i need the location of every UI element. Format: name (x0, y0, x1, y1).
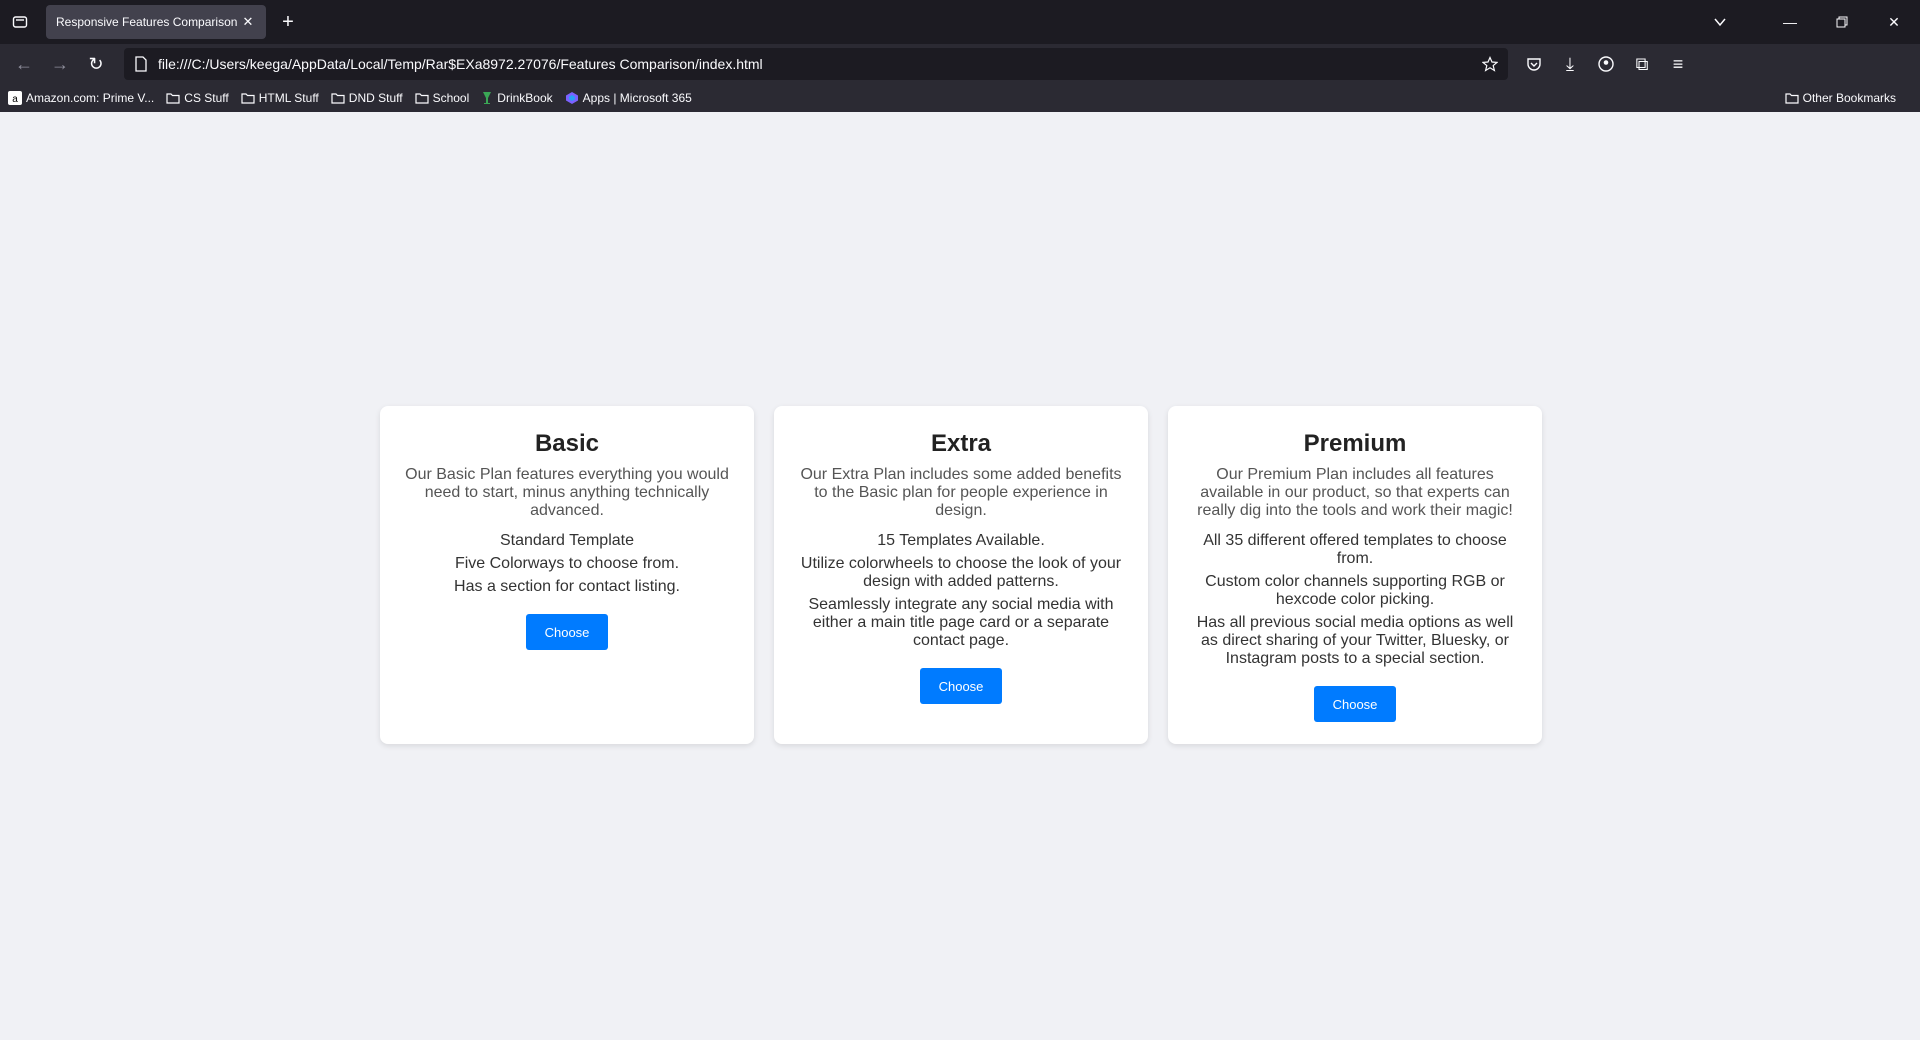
feature-item: 15 Templates Available. (877, 532, 1045, 549)
plan-description: Our Premium Plan includes all features a… (1197, 466, 1513, 519)
other-bookmarks[interactable]: Other Bookmarks (1785, 84, 1896, 112)
menu-button[interactable]: ≡ (1660, 48, 1696, 80)
feature-list: Standard Template Five Colorways to choo… (404, 532, 730, 596)
plan-description: Our Extra Plan includes some added benef… (800, 466, 1122, 519)
reload-icon: ↻ (88, 53, 104, 74)
amazon-icon: a (8, 91, 22, 105)
plan-card-basic: Basic Our Basic Plan features everything… (380, 406, 754, 744)
browser-chrome: Responsive Features Comparison T ✕ + — ✕… (0, 0, 1920, 112)
feature-item: Has all previous social media options as… (1196, 614, 1514, 667)
pocket-icon (1527, 58, 1541, 71)
page-content: Basic Our Basic Plan features everything… (0, 112, 1920, 1040)
choose-basic-button[interactable]: Choose (526, 614, 608, 650)
back-button[interactable]: ← (6, 48, 42, 80)
plan-cards: Basic Our Basic Plan features everything… (380, 406, 1542, 744)
close-window-button[interactable]: ✕ (1868, 0, 1920, 44)
folder-icon (414, 93, 429, 104)
reload-button[interactable]: ↻ (78, 48, 114, 80)
account-icon (1598, 56, 1614, 72)
feature-item: Has a section for contact listing. (454, 578, 680, 595)
chevron-down-icon (1714, 18, 1726, 27)
folder-icon (241, 93, 255, 104)
minimize-icon: — (1783, 14, 1797, 30)
close-tab-icon[interactable]: ✕ (240, 14, 256, 30)
plan-card-premium: Premium Our Premium Plan includes all fe… (1168, 406, 1542, 744)
bookmarks-toolbar: a Amazon.com: Prime V... CS Stuff HTML S… (0, 84, 1920, 112)
active-tab[interactable]: Responsive Features Comparison T ✕ (46, 5, 266, 39)
plan-description: Our Basic Plan features everything you w… (405, 466, 729, 519)
feature-item: Custom color channels supporting RGB or … (1205, 573, 1505, 608)
bookmark-html-stuff[interactable]: HTML Stuff (241, 91, 319, 105)
svg-text:a: a (12, 94, 18, 105)
tab-title: Responsive Features Comparison T (56, 15, 240, 29)
feature-item: Utilize colorwheels to choose the look o… (800, 555, 1122, 590)
microsoft-365-icon (565, 92, 578, 104)
bookmark-school[interactable]: School (414, 91, 470, 105)
tab-strip: Responsive Features Comparison T ✕ + — ✕ (0, 0, 1920, 44)
url-bar[interactable]: file:///C:/Users/keega/AppData/Local/Tem… (124, 48, 1508, 80)
feature-item: All 35 different offered templates to ch… (1203, 532, 1507, 567)
nav-bar: ← → ↻ file:///C:/Users/keega/AppData/Loc… (0, 44, 1920, 84)
folder-icon (331, 93, 345, 104)
bookmark-dnd-stuff[interactable]: DND Stuff (331, 91, 403, 105)
other-bookmarks-label: Other Bookmarks (1802, 91, 1896, 105)
bookmark-amazon[interactable]: a Amazon.com: Prime V... (8, 91, 154, 105)
feature-item: Standard Template (499, 532, 634, 549)
new-tab-button[interactable]: + (270, 5, 306, 39)
feature-list: All 35 different offered templates to ch… (1192, 532, 1518, 668)
bookmark-label: Amazon.com: Prime V... (26, 91, 155, 105)
feature-item: Seamlessly integrate any social media wi… (808, 596, 1114, 649)
choose-extra-button[interactable]: Choose (920, 668, 1002, 704)
pocket-button[interactable] (1516, 48, 1552, 80)
drinkbook-icon (483, 92, 492, 104)
firefox-view-button[interactable] (0, 0, 40, 44)
downloads-button[interactable]: ⤓ (1552, 48, 1588, 80)
folder-icon (1785, 93, 1799, 104)
plan-title: Extra (930, 430, 992, 457)
close-icon: ✕ (1888, 13, 1900, 30)
bookmark-label: DrinkBook (497, 91, 553, 105)
plus-icon: + (282, 10, 294, 33)
download-icon: ⤓ (1566, 53, 1574, 74)
firefox-view-icon (12, 16, 28, 28)
list-all-tabs-button[interactable] (1694, 0, 1746, 44)
minimize-button[interactable]: — (1764, 0, 1816, 44)
extensions-button[interactable]: ⧉ (1624, 48, 1660, 80)
feature-item: Five Colorways to choose from. (454, 555, 680, 572)
url-text[interactable]: file:///C:/Users/keega/AppData/Local/Tem… (158, 56, 1482, 72)
restore-button[interactable] (1816, 0, 1868, 44)
hamburger-menu-icon: ≡ (1672, 53, 1684, 74)
bookmark-label: DND Stuff (348, 91, 403, 105)
bookmark-label: School (432, 91, 470, 105)
restore-icon (1836, 16, 1848, 28)
bookmark-label: CS Stuff (184, 91, 229, 105)
plan-card-extra: Extra Our Extra Plan includes some added… (774, 406, 1148, 744)
plan-title: Premium (1303, 430, 1407, 457)
bookmark-label: Apps | Microsoft 365 (582, 91, 692, 105)
bookmark-star-icon[interactable] (1482, 56, 1498, 72)
bookmark-cs-stuff[interactable]: CS Stuff (166, 91, 229, 105)
bookmark-drinkbook[interactable]: DrinkBook (481, 91, 553, 105)
folder-icon (166, 93, 180, 104)
puzzle-icon: ⧉ (1635, 53, 1649, 74)
arrow-left-icon: ← (15, 53, 33, 74)
account-button[interactable] (1588, 48, 1624, 80)
bookmark-microsoft-365[interactable]: Apps | Microsoft 365 (565, 91, 692, 105)
feature-list: 15 Templates Available. Utilize colorwhe… (798, 532, 1124, 650)
arrow-right-icon: → (51, 53, 69, 74)
choose-premium-button[interactable]: Choose (1314, 686, 1396, 722)
forward-button[interactable]: → (42, 48, 78, 80)
page-icon (135, 56, 147, 72)
plan-title: Basic (534, 430, 600, 457)
bookmark-label: HTML Stuff (258, 91, 319, 105)
